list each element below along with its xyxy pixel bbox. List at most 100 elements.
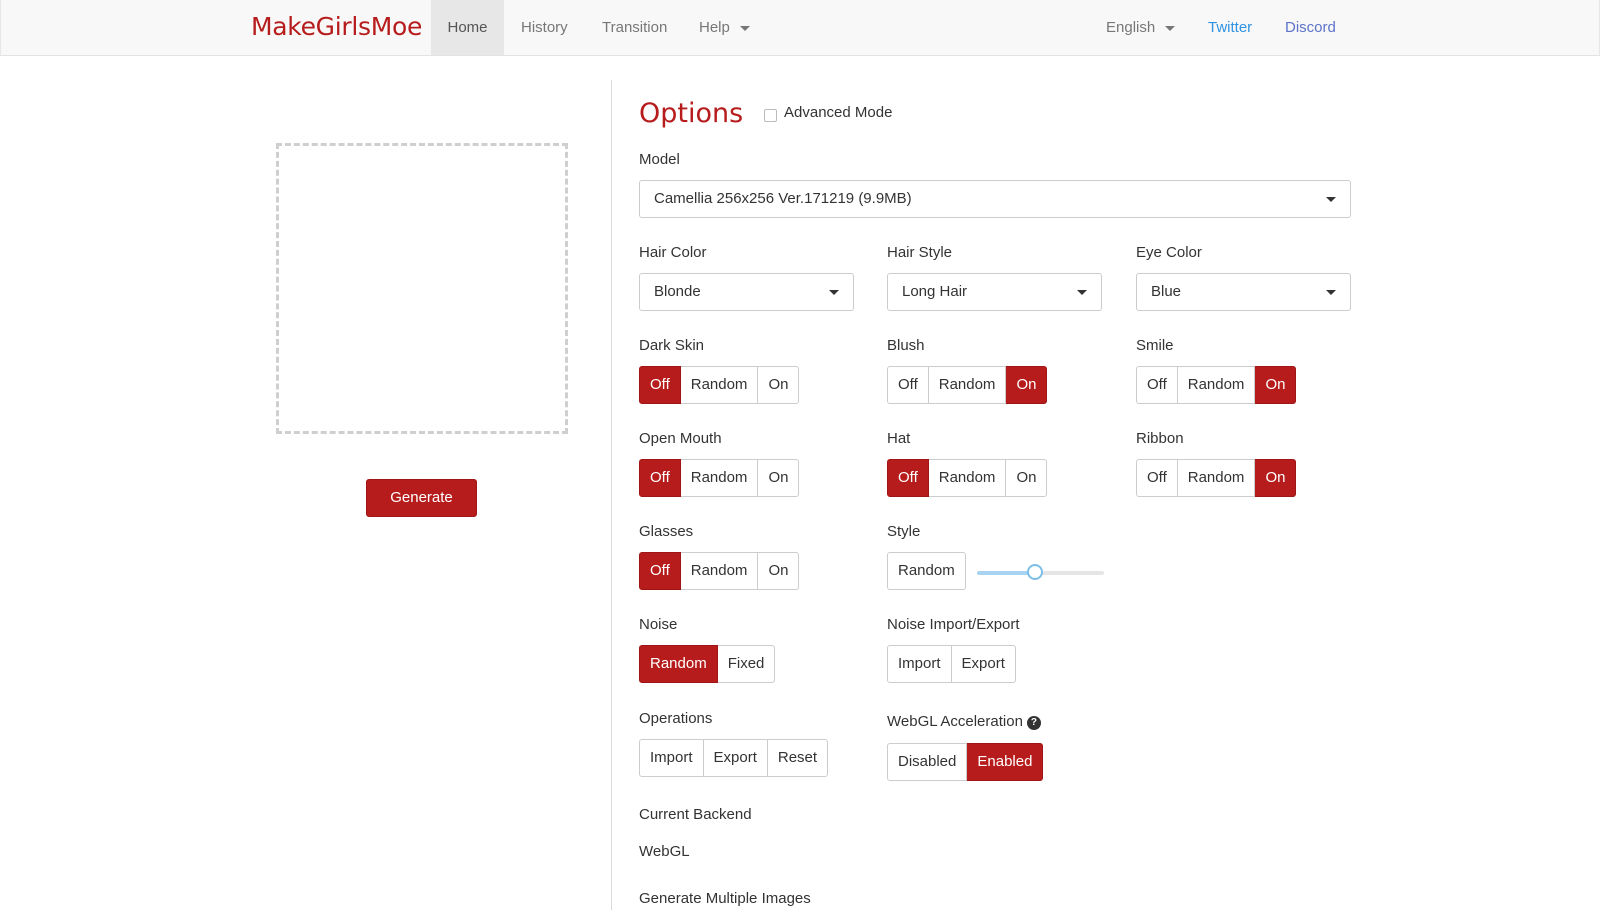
glasses-random-button[interactable]: Random bbox=[680, 552, 759, 590]
noise-label: Noise bbox=[639, 616, 678, 633]
open-mouth-on-button[interactable]: On bbox=[758, 459, 800, 497]
webgl-label: WebGL Acceleration bbox=[887, 713, 1023, 730]
noise-toggle: Random Fixed bbox=[639, 645, 776, 683]
ribbon-off-button[interactable]: Off bbox=[1136, 459, 1178, 497]
operations-import-button[interactable]: Import bbox=[639, 739, 704, 777]
current-backend-label: Current Backend bbox=[639, 806, 752, 823]
nav-history-label: History bbox=[521, 19, 568, 36]
nav-home[interactable]: Home bbox=[431, 0, 504, 55]
blush-label: Blush bbox=[887, 337, 925, 354]
blush-toggle: Off Random On bbox=[887, 366, 1048, 404]
noise-io-group: Import Export bbox=[887, 645, 1016, 683]
webgl-disabled-button[interactable]: Disabled bbox=[887, 743, 968, 781]
smile-random-button[interactable]: Random bbox=[1177, 366, 1256, 404]
hat-label: Hat bbox=[887, 430, 911, 447]
discord-link[interactable]: Discord bbox=[1285, 0, 1336, 55]
generated-image-placeholder bbox=[276, 143, 568, 434]
caret-down-icon bbox=[739, 25, 750, 31]
style-label: Style bbox=[887, 523, 921, 540]
advanced-mode-checkbox[interactable] bbox=[764, 109, 777, 122]
operations-group: Import Export Reset bbox=[639, 739, 829, 777]
dropdown-arrow-icon bbox=[1326, 197, 1336, 202]
hair-color-value: Blonde bbox=[654, 283, 701, 300]
ribbon-toggle: Off Random On bbox=[1136, 459, 1297, 497]
eye-color-label: Eye Color bbox=[1136, 244, 1202, 261]
nav-home-label: Home bbox=[447, 19, 488, 36]
nav-transition-label: Transition bbox=[602, 19, 668, 36]
caret-down-icon bbox=[1165, 25, 1176, 31]
advanced-mode-label: Advanced Mode bbox=[784, 104, 893, 121]
question-circle-icon[interactable]: ? bbox=[1026, 716, 1041, 730]
hair-style-value: Long Hair bbox=[902, 283, 968, 300]
dropdown-arrow-icon bbox=[829, 290, 839, 295]
blush-off-button[interactable]: Off bbox=[887, 366, 929, 404]
webgl-enabled-button[interactable]: Enabled bbox=[967, 743, 1044, 781]
style-random-button[interactable]: Random bbox=[887, 552, 966, 590]
ribbon-label: Ribbon bbox=[1136, 430, 1184, 447]
smile-label: Smile bbox=[1136, 337, 1174, 354]
generate-button[interactable]: Generate bbox=[366, 479, 477, 517]
noise-random-button[interactable]: Random bbox=[639, 645, 718, 683]
dropdown-arrow-icon bbox=[1326, 290, 1336, 295]
navbar: MakeGirlsMoe Home History Transition Hel… bbox=[0, 0, 1600, 56]
glasses-on-button[interactable]: On bbox=[758, 552, 800, 590]
open-mouth-off-button[interactable]: Off bbox=[639, 459, 681, 497]
nav-help-dropdown[interactable]: Help bbox=[699, 0, 750, 55]
dark-skin-toggle: Off Random On bbox=[639, 366, 800, 404]
noise-export-button[interactable]: Export bbox=[951, 645, 1016, 683]
column-divider bbox=[611, 80, 612, 910]
dark-skin-label: Dark Skin bbox=[639, 337, 705, 354]
language-label: English bbox=[1106, 19, 1156, 36]
style-random-group: Random bbox=[887, 552, 966, 590]
blush-on-button[interactable]: On bbox=[1006, 366, 1048, 404]
dark-skin-off-button[interactable]: Off bbox=[639, 366, 681, 404]
eye-color-select[interactable]: Blue bbox=[1136, 273, 1351, 311]
nav-history[interactable]: History bbox=[521, 0, 568, 55]
smile-off-button[interactable]: Off bbox=[1136, 366, 1178, 404]
hat-toggle: Off Random On bbox=[887, 459, 1048, 497]
style-slider[interactable] bbox=[977, 564, 1104, 580]
hair-color-label: Hair Color bbox=[639, 244, 707, 261]
twitter-link[interactable]: Twitter bbox=[1208, 0, 1252, 55]
glasses-off-button[interactable]: Off bbox=[639, 552, 681, 590]
webgl-toggle: Disabled Enabled bbox=[887, 743, 1044, 781]
options-title: Options bbox=[639, 98, 744, 129]
style-slider-thumb[interactable] bbox=[1027, 564, 1044, 580]
smile-toggle: Off Random On bbox=[1136, 366, 1297, 404]
open-mouth-toggle: Off Random On bbox=[639, 459, 800, 497]
model-value: Camellia 256x256 Ver.171219 (9.9MB) bbox=[654, 190, 912, 207]
language-dropdown[interactable]: English bbox=[1106, 0, 1176, 55]
operations-label: Operations bbox=[639, 710, 713, 727]
ribbon-random-button[interactable]: Random bbox=[1177, 459, 1256, 497]
hat-random-button[interactable]: Random bbox=[928, 459, 1007, 497]
nav-help-label: Help bbox=[699, 19, 730, 36]
noise-import-button[interactable]: Import bbox=[887, 645, 952, 683]
operations-reset-button[interactable]: Reset bbox=[767, 739, 829, 777]
webgl-label-row: WebGL Acceleration? bbox=[887, 713, 1041, 730]
brand-logo[interactable]: MakeGirlsMoe bbox=[251, 12, 422, 41]
dark-skin-random-button[interactable]: Random bbox=[680, 366, 759, 404]
current-backend-value: WebGL bbox=[639, 843, 690, 860]
glasses-toggle: Off Random On bbox=[639, 552, 800, 590]
nav-transition[interactable]: Transition bbox=[602, 0, 667, 55]
smile-on-button[interactable]: On bbox=[1255, 366, 1297, 404]
hair-style-select[interactable]: Long Hair bbox=[887, 273, 1102, 311]
noise-io-label: Noise Import/Export bbox=[887, 616, 1020, 633]
ribbon-on-button[interactable]: On bbox=[1255, 459, 1297, 497]
open-mouth-label: Open Mouth bbox=[639, 430, 722, 447]
model-select[interactable]: Camellia 256x256 Ver.171219 (9.9MB) bbox=[639, 180, 1351, 218]
operations-export-button[interactable]: Export bbox=[703, 739, 768, 777]
hair-color-select[interactable]: Blonde bbox=[639, 273, 854, 311]
hat-on-button[interactable]: On bbox=[1006, 459, 1048, 497]
eye-color-value: Blue bbox=[1151, 283, 1182, 300]
dark-skin-on-button[interactable]: On bbox=[758, 366, 800, 404]
dropdown-arrow-icon bbox=[1077, 290, 1087, 295]
hat-off-button[interactable]: Off bbox=[887, 459, 929, 497]
noise-fixed-button[interactable]: Fixed bbox=[717, 645, 776, 683]
generate-multiple-label: Generate Multiple Images bbox=[639, 890, 811, 907]
hair-style-label: Hair Style bbox=[887, 244, 953, 261]
blush-random-button[interactable]: Random bbox=[928, 366, 1007, 404]
model-label: Model bbox=[639, 151, 680, 168]
glasses-label: Glasses bbox=[639, 523, 694, 540]
open-mouth-random-button[interactable]: Random bbox=[680, 459, 759, 497]
